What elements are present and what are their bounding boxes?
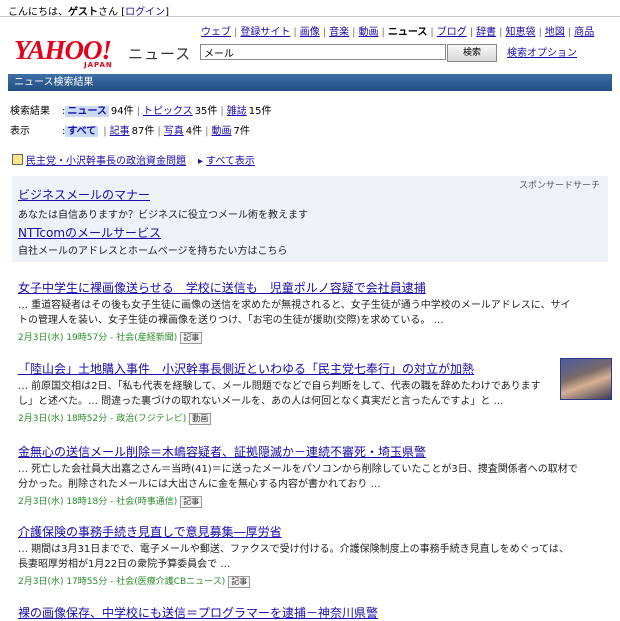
result-item: 女子中学生に裸画像送らせる 学校に送信も 児童ポルノ容疑で会社員逮捕 … 重道容…	[18, 279, 578, 344]
result-thumbnail[interactable]	[560, 358, 612, 400]
result-item: 裸の画像保存、中学校にも送信＝プログラマーを逮捕－神奈川県警	[18, 604, 578, 621]
nav-separator: |	[381, 27, 385, 38]
ad-desc: 自社メールのアドレスとホームページを持ちたい方はこちら	[18, 246, 288, 257]
filter-count: 7件	[233, 126, 250, 137]
filter-count: 15件	[248, 106, 272, 117]
nav-item[interactable]: ブログ	[437, 27, 467, 38]
result-title[interactable]: 介護保険の事務手続き見直しで意見募集―厚労省	[18, 523, 578, 540]
filter-option[interactable]: 写真	[164, 126, 184, 137]
search-input[interactable]	[200, 44, 446, 60]
nav-separator: |	[322, 27, 327, 38]
display-filter: 表示: すべて | 記事 87件 | 写真 4件 | 動画 7件	[10, 122, 250, 137]
nav-item[interactable]: 商品	[574, 27, 594, 38]
filter-option[interactable]: 動画	[212, 126, 232, 137]
filter-separator: |	[157, 126, 161, 137]
ad-title[interactable]: NTTcomのメールサービス	[18, 224, 161, 241]
filter-separator: |	[220, 106, 224, 117]
result-title[interactable]: 金無心の送信メール削除＝木嶋容疑者、証拠隠滅か－連続不審死・埼玉県警	[18, 443, 578, 460]
filter-option[interactable]: トピックス	[143, 106, 193, 117]
result-type-filter: 検索結果: ニュース 94件 | トピックス 35件 | 雑誌 15件	[10, 102, 272, 117]
filter-count: 94件	[110, 106, 134, 117]
nav-separator: |	[430, 27, 434, 38]
nav-item: ニュース	[387, 27, 428, 38]
nav-item[interactable]: 音楽	[329, 27, 349, 38]
logo-sub: JAPAN	[84, 61, 113, 69]
related-topic: 民主党・小沢幹事長の政治資金問題 ▸ すべて表示	[12, 152, 255, 167]
nav-item[interactable]: 動画	[359, 27, 379, 38]
result-snippet: … 前原国交相は2日、「私も代表を経験して、メール問題でなどで自ら判断をして、代…	[18, 381, 541, 407]
show-all-link[interactable]: すべて表示	[206, 156, 255, 167]
topic-link[interactable]: 民主党・小沢幹事長の政治資金問題	[26, 156, 186, 167]
yahoo-logo[interactable]: YAHOO! JAPAN	[14, 35, 113, 69]
result-badge: 記事	[180, 496, 203, 508]
filter-separator: |	[136, 106, 140, 117]
result-meta: 2月3日(水) 18時18分 - 社会(時事通信) 記事	[18, 494, 578, 508]
nav-separator: |	[293, 27, 297, 38]
result-snippet: … 死亡した会社員大出嘉之さん＝当時(41)＝に送ったメールをパソコンから削除し…	[18, 464, 578, 490]
service-nav: ウェブ | 登録サイト | 画像 | 音楽 | 動画 | ニュース | ブログ | 辞書 | 知恵袋 | 地図 | 商品	[201, 23, 594, 38]
result-meta: 2月3日(水) 19時57分 - 社会(産経新聞) 記事	[18, 330, 578, 344]
filter-count: 35件	[194, 106, 218, 117]
nav-separator: |	[499, 27, 503, 38]
result-date-source: 2月3日(水) 18時18分 - 社会(時事通信)	[18, 497, 178, 507]
result-item: 「陸山会」土地購入事件 小沢幹事長側近といわゆる「民主党七奉行」の対立が加熱 ……	[18, 360, 548, 425]
nav-separator: |	[567, 27, 572, 38]
sponsor-tag: スポンサードサーチ	[518, 181, 600, 191]
nav-separator: |	[234, 27, 238, 38]
result-badge: 動画	[189, 413, 212, 425]
results-title-bar: ニュース検索結果	[8, 74, 612, 91]
filter-separator: |	[205, 126, 209, 137]
filter-count: 87件	[131, 126, 155, 137]
result-badge: 記事	[180, 332, 203, 344]
result-snippet: … 重道容疑者はその後も女子生徒に画像の送信を求めたが無視されると、女子生徒が通…	[18, 300, 571, 326]
nav-item[interactable]: 登録サイト	[240, 27, 290, 38]
result-meta: 2月3日(水) 18時52分 - 政治(フジテレビ) 動画	[18, 411, 548, 425]
nav-item[interactable]: 画像	[300, 27, 320, 38]
nav-separator: |	[352, 27, 356, 38]
result-date-source: 2月3日(水) 17時55分 - 社会(医療介護CBニュース)	[18, 577, 226, 587]
ad-title[interactable]: ビジネスメールのマナー	[18, 186, 150, 203]
display-label: 表示	[10, 126, 30, 137]
nav-item[interactable]: 辞書	[476, 27, 496, 38]
result-date-source: 2月3日(水) 19時57分 - 社会(産経新聞)	[18, 333, 178, 343]
result-title[interactable]: 裸の画像保存、中学校にも送信＝プログラマーを逮捕－神奈川県警	[18, 604, 578, 621]
filter-option[interactable]: 記事	[110, 126, 130, 137]
filter-separator: |	[103, 126, 107, 137]
result-item: 金無心の送信メール削除＝木嶋容疑者、証拠隠滅か－連続不審死・埼玉県警 … 死亡し…	[18, 443, 578, 508]
news-label: ニュース	[128, 45, 192, 63]
nav-separator: |	[469, 27, 474, 38]
results-label: 検索結果	[10, 106, 50, 117]
result-date-source: 2月3日(水) 18時52分 - 政治(フジテレビ)	[18, 414, 187, 424]
search-options-link[interactable]: 検索オプション	[507, 44, 577, 59]
arrow-icon: ▸	[198, 156, 204, 167]
topic-icon	[12, 154, 23, 165]
result-snippet: … 期間は3月31日までで、電子メールや郵送、ファクスで受け付ける。介護保険制度…	[18, 544, 569, 570]
nav-item[interactable]: ウェブ	[201, 27, 231, 38]
filter-option[interactable]: すべて	[65, 126, 99, 137]
result-badge: 記事	[228, 576, 251, 588]
filter-count: 4件	[185, 126, 203, 137]
result-title[interactable]: 「陸山会」土地購入事件 小沢幹事長側近といわゆる「民主党七奉行」の対立が加熱	[18, 360, 548, 377]
result-item: 介護保険の事務手続き見直しで意見募集―厚労省 … 期間は3月31日までで、電子メ…	[18, 523, 578, 588]
nav-item[interactable]: 地図	[545, 27, 565, 38]
result-title[interactable]: 女子中学生に裸画像送らせる 学校に送信も 児童ポルノ容疑で会社員逮捕	[18, 279, 578, 296]
ad-desc: あなたは自信ありますか？ビジネスに役立つメール術を教えます	[18, 210, 308, 221]
search-button[interactable]: 検索	[447, 44, 497, 62]
nav-item[interactable]: 知恵袋	[506, 27, 536, 38]
result-meta: 2月3日(水) 17時55分 - 社会(医療介護CBニュース) 記事	[18, 574, 578, 588]
filter-option[interactable]: ニュース	[65, 106, 109, 117]
top-divider	[0, 16, 620, 17]
filter-option[interactable]: 雑誌	[227, 106, 247, 117]
sponsored-search: スポンサードサーチ ビジネスメールのマナー あなたは自信ありますか？ビジネスに役…	[12, 176, 608, 262]
nav-separator: |	[538, 27, 542, 38]
